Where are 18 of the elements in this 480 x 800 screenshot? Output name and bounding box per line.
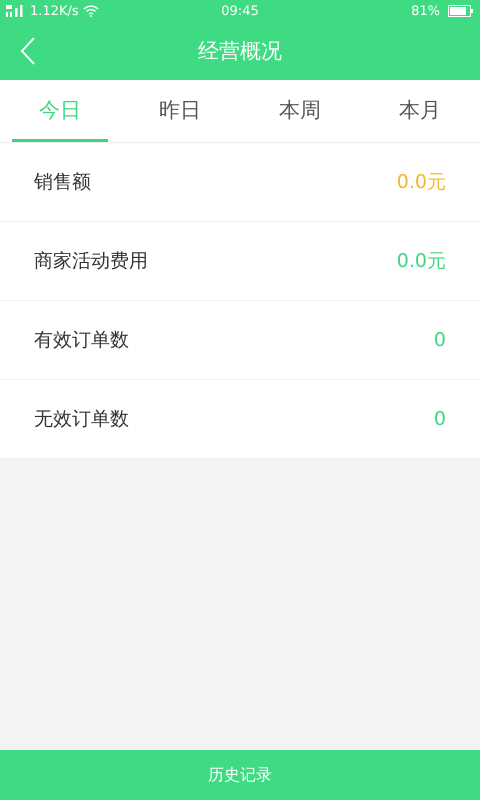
- metric-value: 0: [434, 408, 446, 430]
- metric-label: 销售额: [34, 170, 91, 195]
- metric-value: 0.0元: [396, 249, 446, 274]
- back-icon[interactable]: [20, 37, 36, 65]
- metric-label: 商家活动费用: [34, 249, 148, 274]
- tab[interactable]: 本月: [372, 80, 468, 142]
- network-speed: 1.12K/s: [30, 4, 79, 18]
- metric-label: 有效订单数: [34, 328, 129, 353]
- metric-value: 0.0元: [396, 170, 446, 195]
- tab[interactable]: 昨日: [132, 80, 228, 142]
- metric-value: 0: [434, 329, 446, 351]
- battery-level: 81%: [411, 4, 440, 18]
- tab[interactable]: 本周: [252, 80, 348, 142]
- metric-label: 无效订单数: [34, 407, 129, 432]
- page-title: 经营概况: [198, 38, 282, 65]
- wifi-icon: [82, 5, 99, 17]
- battery-icon: [448, 5, 474, 17]
- clock: 09:45: [221, 4, 259, 18]
